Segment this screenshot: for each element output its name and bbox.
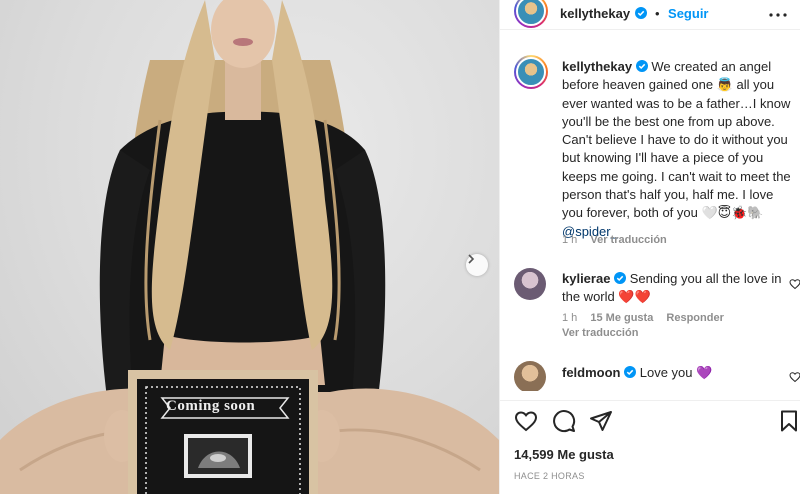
posted-time: HACE 2 HORAS — [514, 471, 585, 481]
comment-avatar-kylierae[interactable] — [514, 268, 546, 300]
comment-username[interactable]: feldmoon — [562, 365, 621, 380]
heart-icon[interactable] — [789, 278, 800, 290]
comment-meta: 1 h 15 Me gusta Responder — [562, 312, 724, 324]
verified-badge-icon — [624, 366, 637, 378]
comment-avatar-feldmoon[interactable] — [514, 361, 546, 391]
comment-text: Love you — [639, 365, 697, 380]
comment-time: 1 h — [562, 312, 578, 324]
comment-icon[interactable] — [552, 409, 576, 433]
caption-translate-link[interactable]: Ver traducción — [590, 234, 666, 246]
next-photo-button[interactable] — [466, 254, 488, 276]
caption-username[interactable]: kellythekay — [562, 59, 632, 74]
heart-icon[interactable] — [514, 409, 538, 433]
reply-button[interactable]: Responder — [666, 312, 723, 324]
more-options-icon[interactable] — [767, 6, 789, 24]
comment-emoji: ❤️❤️ — [618, 289, 651, 304]
photo-illustration — [0, 0, 499, 494]
comment-translate-link[interactable]: Ver traducción — [562, 327, 638, 339]
caption: kellythekay We created an angel before h… — [562, 58, 792, 241]
caption-time: 1 h — [562, 234, 578, 246]
verified-badge-icon — [614, 272, 627, 284]
heart-icon[interactable] — [789, 371, 800, 383]
header-user: kellythekay • Seguir — [560, 5, 709, 23]
angel-emoji: 👼 — [716, 77, 733, 93]
avatar[interactable] — [514, 0, 548, 28]
separator-dot: • — [655, 6, 660, 21]
comments-section[interactable]: kellythekay We created an angel before h… — [500, 31, 800, 391]
comment-emoji: 💜 — [696, 365, 713, 380]
comment-kylierae: kylierae Sending you all the love in the… — [562, 270, 782, 306]
caption-emojis: 🤍😇🐞🐘 — [701, 205, 764, 221]
bookmark-icon[interactable] — [777, 409, 800, 433]
post-actions: 14,599 Me gusta HACE 2 HORAS — [500, 400, 800, 494]
caption-avatar[interactable] — [514, 55, 548, 89]
header-username[interactable]: kellythekay — [560, 6, 630, 21]
caption-meta: 1 h Ver traducción — [562, 234, 667, 246]
comment-username[interactable]: kylierae — [562, 271, 610, 286]
verified-badge-icon — [635, 60, 648, 72]
follow-button[interactable]: Seguir — [668, 6, 708, 21]
likes-count[interactable]: 14,599 Me gusta — [514, 447, 614, 462]
instagram-post-modal: Coming soon kellythekay • Seguir kellyth… — [0, 0, 800, 494]
share-icon[interactable] — [589, 409, 613, 433]
post-header: kellythekay • Seguir — [500, 0, 800, 30]
verified-badge-icon — [634, 7, 647, 19]
post-sidebar: kellythekay • Seguir kellythekay We crea… — [499, 0, 800, 494]
comment-feldmoon: feldmoon Love you 💜 — [562, 364, 782, 382]
sign-text: Coming soon — [166, 398, 256, 414]
caption-text-2: all you ever wanted was to be a father…I… — [562, 77, 791, 221]
post-photo: Coming soon — [0, 0, 499, 494]
chevron-right-icon — [468, 254, 475, 264]
comment-likes[interactable]: 15 Me gusta — [590, 312, 653, 324]
